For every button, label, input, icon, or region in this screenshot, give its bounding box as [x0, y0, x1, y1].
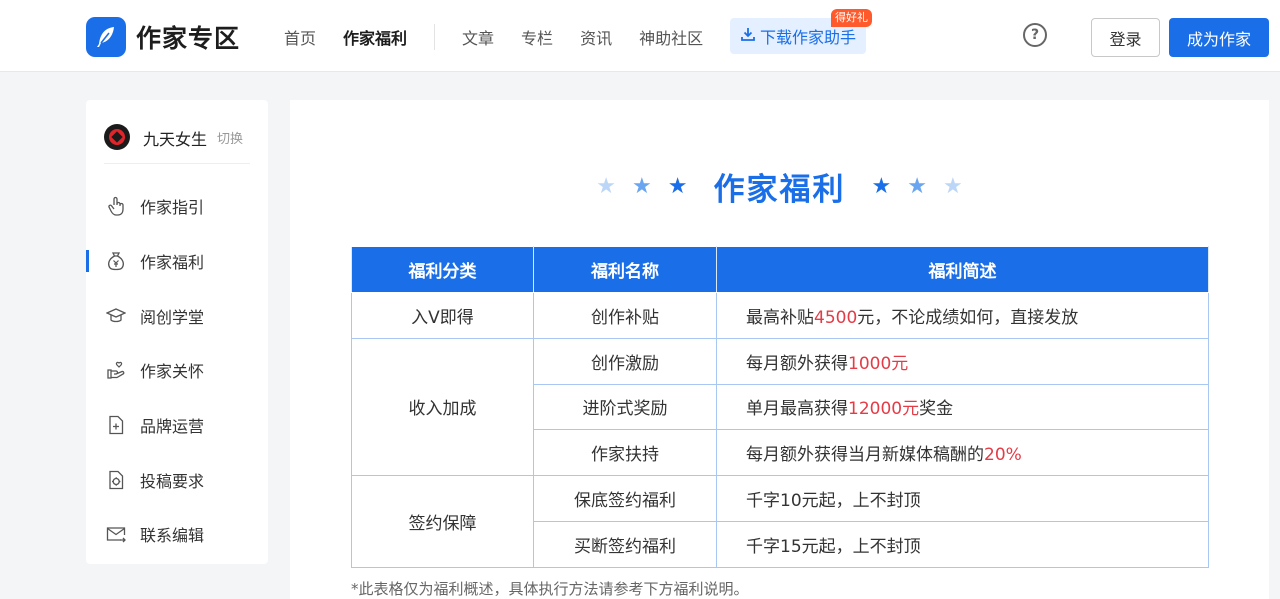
sidebar-item-benefits[interactable]: 作家福利 — [86, 234, 268, 289]
star-icon: ★ — [871, 174, 892, 199]
benefit-desc-cell: 单月最高获得12000元奖金 — [716, 383, 1209, 431]
sidebar: 九天女生 切换 作家指引 作家福利 阅创学堂 作家关怀 品牌运营 投稿要求 联系… — [86, 100, 268, 564]
category-cell: 签约保障 — [351, 475, 534, 568]
nav-news[interactable]: 资讯 — [580, 25, 612, 49]
star-icon: ★ — [632, 174, 652, 199]
desc-text: 千字10元起，上不封顶 — [746, 491, 921, 512]
hand-pointer-icon — [106, 196, 126, 216]
table-row: 收入加成 创作激励 每月额外获得1000元 — [351, 337, 1209, 477]
star-icon: ★ — [596, 174, 617, 199]
desc-highlight: 12000元 — [848, 399, 920, 420]
desc-text: 每月额外获得 — [746, 353, 848, 374]
benefit-name-cell: 作家扶持 — [533, 429, 717, 477]
star-icon: ★ — [942, 174, 963, 199]
care-hand-icon — [106, 360, 126, 380]
site-selector: 九天女生 切换 — [104, 122, 250, 164]
star-icon: ★ — [907, 174, 927, 199]
desc-text: 每月额外获得当月新媒体稿酬的 — [746, 445, 984, 466]
sidebar-item-label: 联系编辑 — [140, 526, 205, 546]
money-bag-icon — [106, 251, 126, 271]
benefit-name-cell: 创作补贴 — [533, 292, 717, 339]
benefit-name-cell: 创作激励 — [533, 337, 717, 385]
feather-pen-icon — [86, 17, 126, 57]
benefit-name-cell: 买断签约福利 — [533, 520, 717, 568]
nav-divider — [434, 24, 436, 50]
download-label: 下载作家助手 — [759, 28, 856, 47]
sidebar-item-label: 投稿要求 — [140, 471, 205, 491]
become-writer-button[interactable]: 成为作家 — [1169, 18, 1269, 57]
sidebar-item-submission[interactable]: 投稿要求 — [86, 452, 268, 507]
table-note: *此表格仅为福利概述，具体执行方法请参考下方福利说明。 — [351, 580, 749, 598]
help-icon[interactable]: ? — [1023, 23, 1047, 47]
star-icon: ★ — [667, 174, 688, 199]
desc-text: 千字15元起，上不封顶 — [746, 536, 921, 557]
benefit-desc-cell: 最高补贴4500元，不论成绩如何，直接发放 — [716, 292, 1209, 339]
nav-articles[interactable]: 文章 — [462, 25, 494, 49]
benefit-desc-cell: 每月额外获得1000元 — [716, 337, 1209, 385]
nav-columns[interactable]: 专栏 — [521, 25, 553, 49]
sidebar-item-academy[interactable]: 阅创学堂 — [86, 288, 268, 343]
table-header: 福利分类 — [351, 246, 534, 293]
table-header: 福利简述 — [716, 246, 1209, 293]
site-avatar — [104, 124, 130, 150]
sidebar-item-label: 阅创学堂 — [140, 307, 205, 327]
sidebar-item-label: 品牌运营 — [140, 417, 205, 437]
main-content: ★ ★ ★ 作家福利 ★ ★ ★ 福利分类 福利名称 福利简述 入V即得 创作补… — [290, 100, 1269, 599]
sidebar-item-care[interactable]: 作家关怀 — [86, 343, 268, 398]
logo-title: 作家专区 — [136, 24, 241, 53]
category-cell: 入V即得 — [351, 292, 534, 339]
switch-site-link[interactable]: 切换 — [217, 128, 243, 147]
category-cell: 收入加成 — [351, 337, 534, 477]
site-name: 九天女生 — [143, 130, 208, 149]
desc-highlight: 1000元 — [848, 353, 909, 374]
sidebar-item-contact[interactable]: 联系编辑 — [86, 507, 268, 562]
main-nav: 首页 作家福利 文章 专栏 资讯 神助社区 — [284, 24, 730, 50]
table-header: 福利名称 — [533, 246, 717, 293]
benefit-desc-cell: 千字15元起，上不封顶 — [716, 520, 1209, 568]
submit-doc-icon — [106, 470, 126, 490]
table-row: 入V即得 创作补贴 最高补贴4500元，不论成绩如何，直接发放 — [351, 292, 1209, 339]
nav-benefits[interactable]: 作家福利 — [343, 25, 407, 49]
desc-text: 最高补贴 — [746, 307, 814, 328]
nav-community[interactable]: 神助社区 — [639, 25, 703, 49]
login-button[interactable]: 登录 — [1091, 18, 1160, 57]
benefits-table: 福利分类 福利名称 福利简述 入V即得 创作补贴 最高补贴4500元，不论成绩如… — [351, 246, 1209, 568]
benefit-name-cell: 进阶式奖励 — [533, 383, 717, 431]
desc-highlight: 20% — [984, 445, 1022, 466]
desc-text: 奖金 — [919, 399, 954, 420]
top-header: 作家专区 首页 作家福利 文章 专栏 资讯 神助社区 下载作家助手 得好礼 ? … — [0, 0, 1280, 72]
benefit-name-cell: 保底签约福利 — [533, 475, 717, 522]
brand-file-icon — [106, 415, 126, 435]
benefit-desc-cell: 千字10元起，上不封顶 — [716, 475, 1209, 522]
sidebar-item-label: 作家关怀 — [140, 362, 205, 382]
site-logo[interactable]: 作家专区 — [86, 16, 240, 58]
desc-highlight: 4500 — [814, 307, 858, 328]
sidebar-menu: 作家指引 作家福利 阅创学堂 作家关怀 品牌运营 投稿要求 联系编辑 — [86, 179, 268, 562]
graduation-cap-icon — [106, 306, 126, 326]
mail-icon — [106, 524, 126, 544]
sidebar-item-label: 作家福利 — [140, 253, 205, 273]
page-title-row: ★ ★ ★ 作家福利 ★ ★ ★ — [290, 164, 1269, 209]
gift-badge: 得好礼 — [831, 9, 872, 27]
desc-text: 单月最高获得 — [746, 399, 848, 420]
nav-home[interactable]: 首页 — [284, 25, 316, 49]
table-row: 签约保障 保底签约福利 千字10元起，上不封顶 — [351, 475, 1209, 568]
sidebar-item-brand[interactable]: 品牌运营 — [86, 398, 268, 453]
page-title: 作家福利 — [713, 172, 846, 208]
table-header-row: 福利分类 福利名称 福利简述 — [351, 246, 1209, 293]
download-icon — [740, 26, 756, 46]
sidebar-item-label: 作家指引 — [140, 198, 205, 218]
benefit-desc-cell: 每月额外获得当月新媒体稿酬的20% — [716, 429, 1209, 477]
sidebar-item-guide[interactable]: 作家指引 — [86, 179, 268, 234]
desc-text: 元，不论成绩如何，直接发放 — [857, 307, 1079, 328]
